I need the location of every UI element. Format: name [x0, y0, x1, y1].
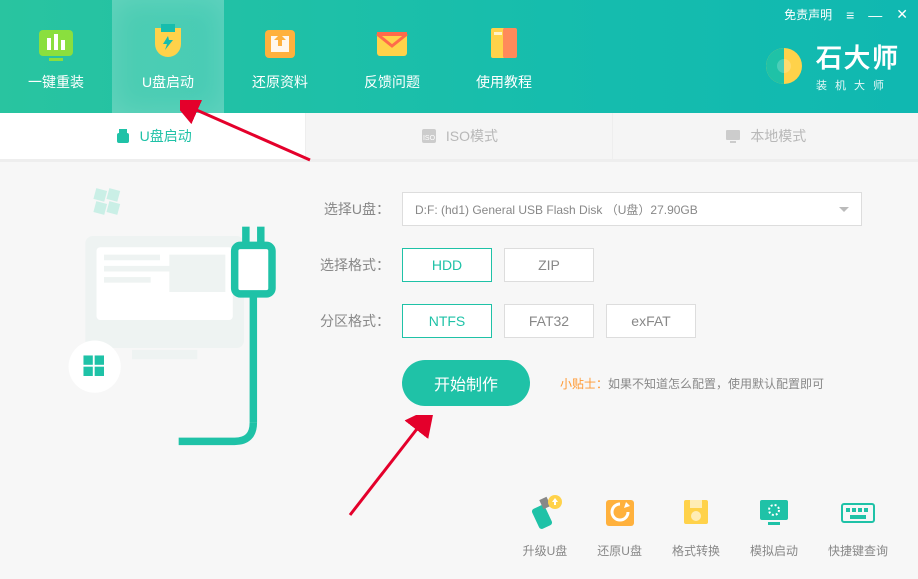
format-label: 选择格式：: [320, 255, 390, 275]
monitor-boot-icon: [752, 490, 796, 534]
partition-option-exfat[interactable]: exFAT: [606, 304, 696, 338]
tool-upgrade-usb[interactable]: 升级U盘: [523, 490, 568, 559]
tool-shortcut-lookup[interactable]: 快捷键查询: [828, 490, 888, 559]
partition-option-ntfs[interactable]: NTFS: [402, 304, 492, 338]
tip-text: 如果不知道怎么配置，使用默认配置即可: [608, 377, 824, 391]
book-icon: [483, 22, 525, 64]
disk-icon: [674, 490, 718, 534]
nav-item-tutorial[interactable]: 使用教程: [448, 0, 560, 113]
partition-label: 分区格式：: [320, 311, 390, 331]
brand-subtitle: 装机大师: [816, 77, 900, 93]
keyboard-icon: [836, 490, 880, 534]
nav-label: 反馈问题: [364, 72, 420, 92]
brand: 石大师 装机大师: [762, 38, 900, 93]
header: 一键重装 U盘启动 还原资料 反馈问题 使用教程 免责声: [0, 0, 918, 113]
tool-label: 模拟启动: [750, 542, 798, 559]
nav: 一键重装 U盘启动 还原资料 反馈问题 使用教程: [0, 0, 560, 113]
minimize-icon[interactable]: —: [868, 7, 882, 23]
nav-label: 使用教程: [476, 72, 532, 92]
tool-label: 快捷键查询: [828, 542, 888, 559]
tab-label: ISO模式: [446, 126, 498, 146]
iso-icon: ISO: [420, 127, 438, 145]
content: 选择U盘： D:F: (hd1) General USB Flash Disk …: [0, 162, 918, 426]
usb-select[interactable]: D:F: (hd1) General USB Flash Disk （U盘）27…: [402, 192, 862, 226]
tab-iso-mode[interactable]: ISO ISO模式: [306, 113, 612, 159]
tab-label: U盘启动: [140, 126, 192, 146]
tool-format-convert[interactable]: 格式转换: [672, 490, 720, 559]
tip: 小贴士：如果不知道怎么配置，使用默认配置即可: [560, 375, 824, 392]
restore-usb-icon: [598, 490, 642, 534]
restore-icon: [259, 22, 301, 64]
start-button[interactable]: 开始制作: [402, 360, 530, 406]
tool-restore-usb[interactable]: 还原U盘: [597, 490, 642, 559]
tab-usb-boot[interactable]: U盘启动: [0, 113, 306, 159]
nav-item-restore[interactable]: 还原资料: [224, 0, 336, 113]
nav-label: 一键重装: [28, 72, 84, 92]
format-option-hdd[interactable]: HDD: [402, 248, 492, 282]
usb-select-value: D:F: (hd1) General USB Flash Disk （U盘）27…: [415, 201, 698, 218]
tool-label: 还原U盘: [597, 542, 642, 559]
nav-label: U盘启动: [142, 72, 194, 92]
upgrade-usb-icon: [523, 490, 567, 534]
brand-logo-icon: [762, 44, 806, 88]
brand-title: 石大师: [816, 38, 900, 75]
tool-label: 格式转换: [672, 542, 720, 559]
nav-item-feedback[interactable]: 反馈问题: [336, 0, 448, 113]
nav-label: 还原资料: [252, 72, 308, 92]
annotation-arrow-2: [330, 415, 480, 525]
tool-label: 升级U盘: [523, 542, 568, 559]
usb-select-label: 选择U盘：: [320, 199, 390, 219]
tab-label: 本地模式: [750, 126, 806, 146]
svg-text:ISO: ISO: [423, 135, 436, 142]
window-controls: 免责声明 ≡ — ✕: [784, 6, 908, 23]
mail-icon: [371, 22, 413, 64]
partition-option-fat32[interactable]: FAT32: [504, 304, 594, 338]
menu-icon[interactable]: ≡: [846, 7, 854, 23]
format-option-zip[interactable]: ZIP: [504, 248, 594, 282]
bar-chart-icon: [35, 22, 77, 64]
tip-label: 小贴士：: [560, 377, 608, 391]
nav-item-usb-boot[interactable]: U盘启动: [112, 0, 224, 113]
close-icon[interactable]: ✕: [896, 6, 908, 23]
usb-icon: [114, 127, 132, 145]
tool-simulate-boot[interactable]: 模拟启动: [750, 490, 798, 559]
tab-local-mode[interactable]: 本地模式: [613, 113, 918, 159]
shield-usb-icon: [147, 22, 189, 64]
bottom-tools: 升级U盘 还原U盘 格式转换 模拟启动 快捷键查询: [523, 490, 888, 559]
mode-tabs: U盘启动 ISO ISO模式 本地模式: [0, 113, 918, 159]
nav-item-reinstall[interactable]: 一键重装: [0, 0, 112, 113]
disclaimer-link[interactable]: 免责声明: [784, 6, 832, 23]
monitor-icon: [724, 127, 742, 145]
